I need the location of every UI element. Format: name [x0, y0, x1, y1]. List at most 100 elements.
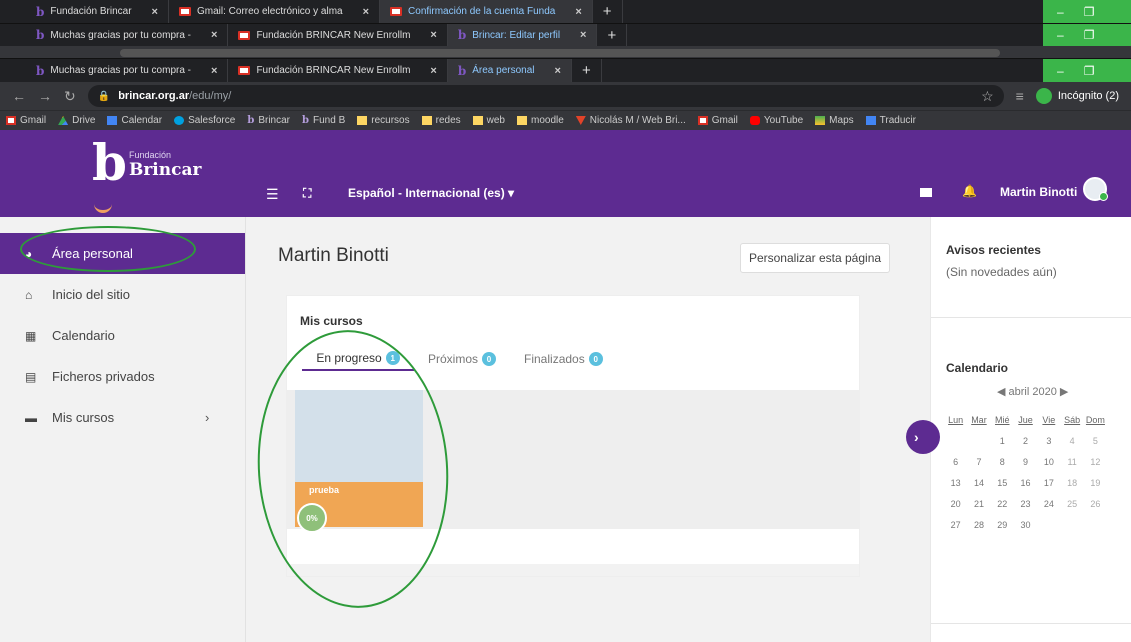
bookmark-item[interactable]: b Brincar	[247, 115, 290, 126]
user-menu-name[interactable]: Martin Binotti	[1000, 185, 1077, 199]
calendar-day[interactable]: 12	[1084, 457, 1107, 467]
browser-tab[interactable]: b Muchas gracias por tu compra - ×	[26, 59, 229, 82]
minimize-button[interactable]: –	[1057, 5, 1064, 19]
sidebar-item[interactable]: ⌂ Inicio del sitio	[0, 274, 245, 315]
sidebar-item[interactable]: ▦ Calendario	[0, 315, 245, 356]
new-tab-button[interactable]: +	[593, 0, 623, 23]
fullscreen-icon[interactable]: ⛶	[303, 186, 311, 201]
sidebar-item[interactable]: ▬ Mis cursos ›	[0, 397, 245, 438]
bookmark-item[interactable]: Salesforce	[174, 115, 235, 126]
bookmark-item[interactable]: web	[472, 115, 505, 126]
calendar-day[interactable]: 9	[1014, 457, 1037, 467]
course-tab[interactable]: En progreso 1	[302, 347, 414, 371]
close-tab-icon[interactable]: ×	[575, 6, 581, 18]
calendar-day[interactable]: 19	[1084, 478, 1107, 488]
close-tab-icon[interactable]: ×	[555, 65, 561, 77]
bookmark-item[interactable]: Nicolás M / Web Bri...	[575, 115, 686, 126]
browser-tab[interactable]: Gmail: Correo electrónico y alma ×	[169, 0, 381, 23]
minimize-button[interactable]: –	[1057, 28, 1064, 42]
block-drawer-toggle[interactable]: ›	[906, 420, 940, 454]
calendar-day[interactable]: 21	[967, 499, 990, 509]
calendar-day[interactable]: 23	[1014, 499, 1037, 509]
customize-page-button[interactable]: Personalizar esta página	[740, 243, 890, 273]
calendar-day[interactable]: 30	[1014, 520, 1037, 530]
browser-tab[interactable]: b Área personal ×	[447, 59, 572, 82]
url-input[interactable]: 🔒 brincar.org.ar/edu/my/ ☆	[87, 85, 1004, 107]
calendar-day[interactable]: 18	[1060, 478, 1083, 488]
restore-button[interactable]: ❐	[1084, 64, 1095, 78]
calendar-day[interactable]: 14	[967, 478, 990, 488]
close-tab-icon[interactable]: ×	[211, 65, 217, 77]
browser-tab[interactable]: Fundación BRINCAR New Enrollm ×	[228, 24, 448, 46]
calendar-day[interactable]: 15	[991, 478, 1014, 488]
close-tab-icon[interactable]: ×	[363, 6, 369, 18]
close-tab-icon[interactable]: ×	[211, 29, 217, 41]
notifications-bell-icon[interactable]: 🔔	[962, 184, 977, 198]
reading-list-icon[interactable]: ≡	[1016, 88, 1024, 104]
reload-icon[interactable]: ↻	[64, 88, 76, 105]
calendar-day[interactable]: 7	[967, 457, 990, 467]
bookmark-item[interactable]: Traducir	[865, 115, 916, 126]
calendar-day[interactable]: 10	[1037, 457, 1060, 467]
bookmark-item[interactable]: Calendar	[107, 115, 162, 126]
course-tab[interactable]: Próximos 0	[414, 347, 510, 371]
bookmark-item[interactable]: Gmail	[697, 115, 738, 126]
calendar-day[interactable]: 11	[1060, 457, 1083, 467]
bookmark-item[interactable]: b Fund B	[302, 115, 345, 126]
bookmark-item[interactable]: YouTube	[749, 115, 803, 126]
calendar-day[interactable]: 28	[967, 520, 990, 530]
bookmark-item[interactable]: moodle	[516, 115, 564, 126]
close-tab-icon[interactable]: ×	[430, 65, 436, 77]
bookmark-item[interactable]: redes	[421, 115, 461, 126]
bookmark-item[interactable]: Gmail	[6, 115, 46, 126]
calendar-month-nav[interactable]: ◀ abril 2020 ▶	[997, 385, 1068, 398]
incognito-indicator[interactable]: Incógnito (2)	[1035, 88, 1119, 104]
messages-icon[interactable]	[920, 188, 932, 197]
browser-tab[interactable]: b Muchas gracias por tu compra - ×	[26, 24, 229, 46]
new-tab-button[interactable]: +	[572, 59, 602, 82]
calendar-day[interactable]: 4	[1060, 436, 1083, 446]
calendar-day[interactable]: 26	[1084, 499, 1107, 509]
user-avatar[interactable]	[1083, 177, 1108, 201]
course-tab[interactable]: Finalizados 0	[510, 347, 617, 371]
minimize-button[interactable]: –	[1057, 64, 1064, 78]
calendar-day[interactable]: 27	[944, 520, 967, 530]
browser-tab[interactable]: b Fundación Brincar ×	[26, 0, 169, 23]
browser-tab[interactable]: Fundación BRINCAR New Enrollm ×	[228, 59, 448, 82]
browser-tab[interactable]: b Brincar: Editar perfil ×	[447, 24, 598, 46]
bookmark-item[interactable]: Drive	[58, 115, 95, 126]
course-name[interactable]: prueba	[309, 485, 339, 495]
close-tab-icon[interactable]: ×	[580, 29, 586, 41]
calendar-day[interactable]: 16	[1014, 478, 1037, 488]
calendar-day[interactable]: 8	[991, 457, 1014, 467]
restore-button[interactable]: ❐	[1084, 5, 1095, 19]
calendar-day[interactable]: 20	[944, 499, 967, 509]
calendar-day[interactable]: 22	[991, 499, 1014, 509]
bookmark-item[interactable]: Maps	[815, 115, 854, 126]
calendar-day[interactable]: 25	[1060, 499, 1083, 509]
calendar-day[interactable]: 24	[1037, 499, 1060, 509]
calendar-day[interactable]: 1	[991, 436, 1014, 446]
calendar-day[interactable]: 2	[1014, 436, 1037, 446]
calendar-day[interactable]: 6	[944, 457, 967, 467]
new-tab-button[interactable]: +	[597, 24, 628, 46]
calendar-day[interactable]: 5	[1084, 436, 1107, 446]
browser-tab[interactable]: Confirmación de la cuenta Funda ×	[380, 0, 593, 23]
calendar-day[interactable]: 3	[1037, 436, 1060, 446]
language-selector[interactable]: Español - Internacional (es) ▾	[348, 186, 514, 200]
restore-button[interactable]: ❐	[1084, 28, 1095, 42]
back-arrow-icon[interactable]: ←	[12, 88, 26, 104]
calendar-day[interactable]: 29	[991, 520, 1014, 530]
bookmark-star-icon[interactable]: ☆	[981, 88, 994, 105]
close-tab-icon[interactable]: ×	[430, 29, 436, 41]
course-card[interactable]: prueba 0%	[295, 390, 423, 533]
sidebar-item[interactable]: ◕ Área personal	[0, 233, 245, 274]
forward-arrow-icon[interactable]: →	[38, 88, 52, 104]
site-logo[interactable]: b Fundación Brincar	[92, 138, 201, 188]
hamburger-menu-icon[interactable]: ☰	[266, 186, 279, 203]
calendar-day[interactable]: 17	[1037, 478, 1060, 488]
bookmark-item[interactable]: recursos	[357, 115, 410, 126]
calendar-day[interactable]: 13	[944, 478, 967, 488]
close-tab-icon[interactable]: ×	[152, 6, 158, 18]
sidebar-item[interactable]: ▤ Ficheros privados	[0, 356, 245, 397]
